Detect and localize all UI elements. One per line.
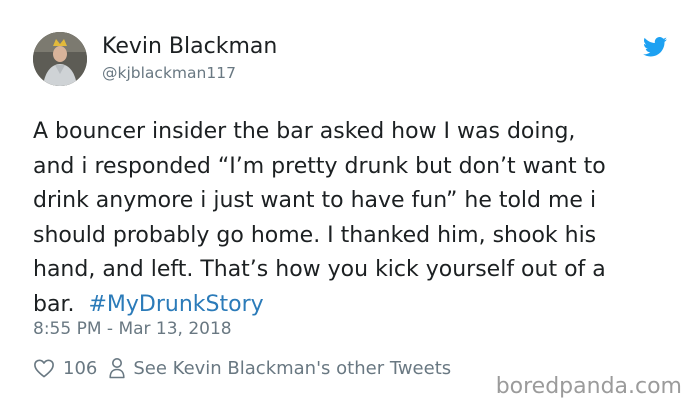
avatar-image (33, 32, 87, 86)
person-icon (109, 358, 125, 379)
like-button[interactable]: 106 (33, 358, 97, 379)
heart-icon (34, 359, 54, 378)
tweet-card: Kevin Blackman @kjblackman117 A bouncer … (0, 0, 700, 410)
other-tweets-link[interactable]: See Kevin Blackman's other Tweets (109, 357, 451, 379)
hashtag-link[interactable]: #MyDrunkStory (88, 292, 263, 317)
tweet-text-line: hand, and left. That’s how you kick your… (33, 257, 606, 282)
tweet-text-line: should probably go home. I thanked him, … (33, 222, 597, 248)
user-handle[interactable]: @kjblackman117 (102, 63, 236, 83)
tweet-text-line: and i responded “I’m pretty drunk but do… (33, 153, 606, 179)
tweet-text-last-line: bar. #MyDrunkStory (33, 288, 683, 323)
like-count: 106 (63, 357, 98, 379)
avatar[interactable] (33, 32, 87, 86)
display-name[interactable]: Kevin Blackman (102, 34, 277, 60)
watermark: boredpanda.com (495, 374, 682, 399)
tweet-actions: 106 See Kevin Blackman's other Tweets (33, 355, 451, 381)
other-tweets-label: See Kevin Blackman's other Tweets (133, 357, 452, 379)
tweet-text: A bouncer insider the bar asked how I wa… (33, 115, 683, 322)
tweet-text-line: bar. (33, 291, 82, 317)
tweet-text-line: drink anymore i just want to have fun” h… (33, 188, 597, 213)
timestamp-link[interactable]: 8:55 PM - Mar 13, 2018 (33, 318, 232, 340)
tweet-text-line: A bouncer insider the bar asked how I wa… (33, 119, 576, 144)
twitter-bird-icon[interactable] (643, 37, 667, 57)
